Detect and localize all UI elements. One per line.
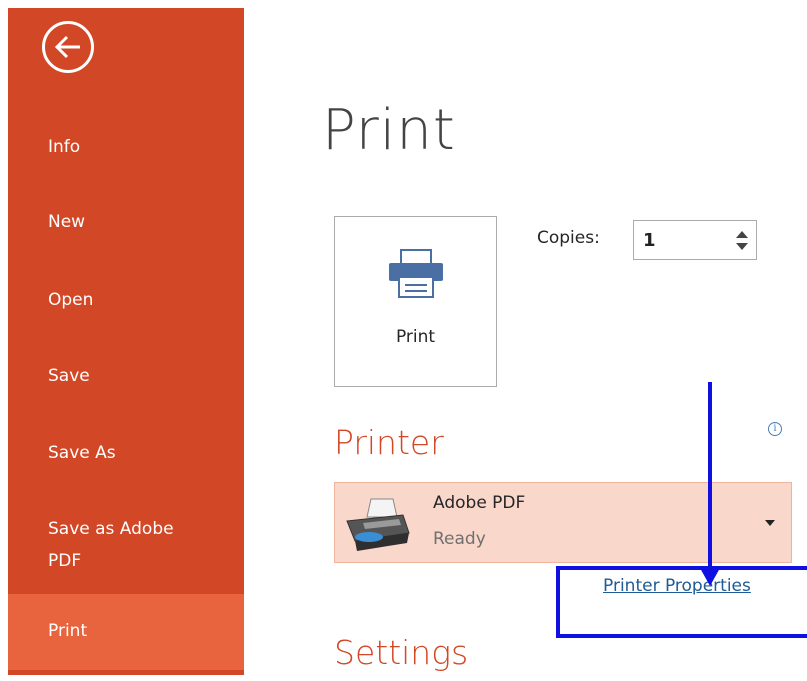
copies-stepper[interactable]: 1 (633, 220, 757, 260)
copies-label: Copies: (537, 228, 600, 248)
increment-arrow-icon[interactable] (736, 231, 748, 238)
page-title: Print (322, 98, 456, 163)
printer-dropdown[interactable]: Adobe PDF Ready (334, 482, 792, 563)
nav-item-label: New (48, 212, 86, 232)
settings-heading: Settings (334, 633, 469, 672)
info-icon[interactable]: i (768, 422, 782, 436)
nav-item-save-as[interactable]: Save As (8, 440, 244, 466)
printer-status: Ready (433, 529, 486, 549)
nav-item-save-as-adobe-pdf[interactable]: Save as Adobe PDF (8, 513, 244, 577)
back-button[interactable] (42, 21, 94, 73)
nav-item-label: Save (48, 366, 90, 386)
annotation-arrow-line (708, 382, 712, 576)
printer-name: Adobe PDF (433, 493, 526, 513)
printer-icon (389, 249, 443, 298)
adobe-pdf-printer-icon (346, 498, 410, 551)
nav-item-label: Save As (48, 443, 116, 463)
nav-item-save[interactable]: Save (8, 363, 244, 389)
back-arrow-icon (54, 35, 80, 59)
backstage-sidebar: Info New Open Save Save As Save as Adobe… (8, 8, 244, 675)
print-button-label: Print (395, 327, 436, 347)
nav-item-label: Print (48, 621, 88, 641)
print-button[interactable]: Print (334, 216, 497, 387)
dropdown-arrow-icon[interactable] (765, 520, 775, 526)
decrement-arrow-icon[interactable] (736, 243, 748, 250)
nav-item-print[interactable]: Print (8, 594, 244, 670)
nav-item-info[interactable]: Info (8, 134, 244, 160)
nav-item-new[interactable]: New (8, 209, 244, 235)
nav-item-open[interactable]: Open (8, 287, 244, 313)
nav-item-label: Open (48, 290, 94, 310)
printer-heading: Printer (334, 423, 444, 462)
copies-value[interactable]: 1 (643, 230, 656, 251)
nav-item-label: Save as Adobe PDF (48, 519, 174, 571)
nav-item-label: Info (48, 137, 81, 157)
annotation-highlight-box (556, 566, 807, 638)
